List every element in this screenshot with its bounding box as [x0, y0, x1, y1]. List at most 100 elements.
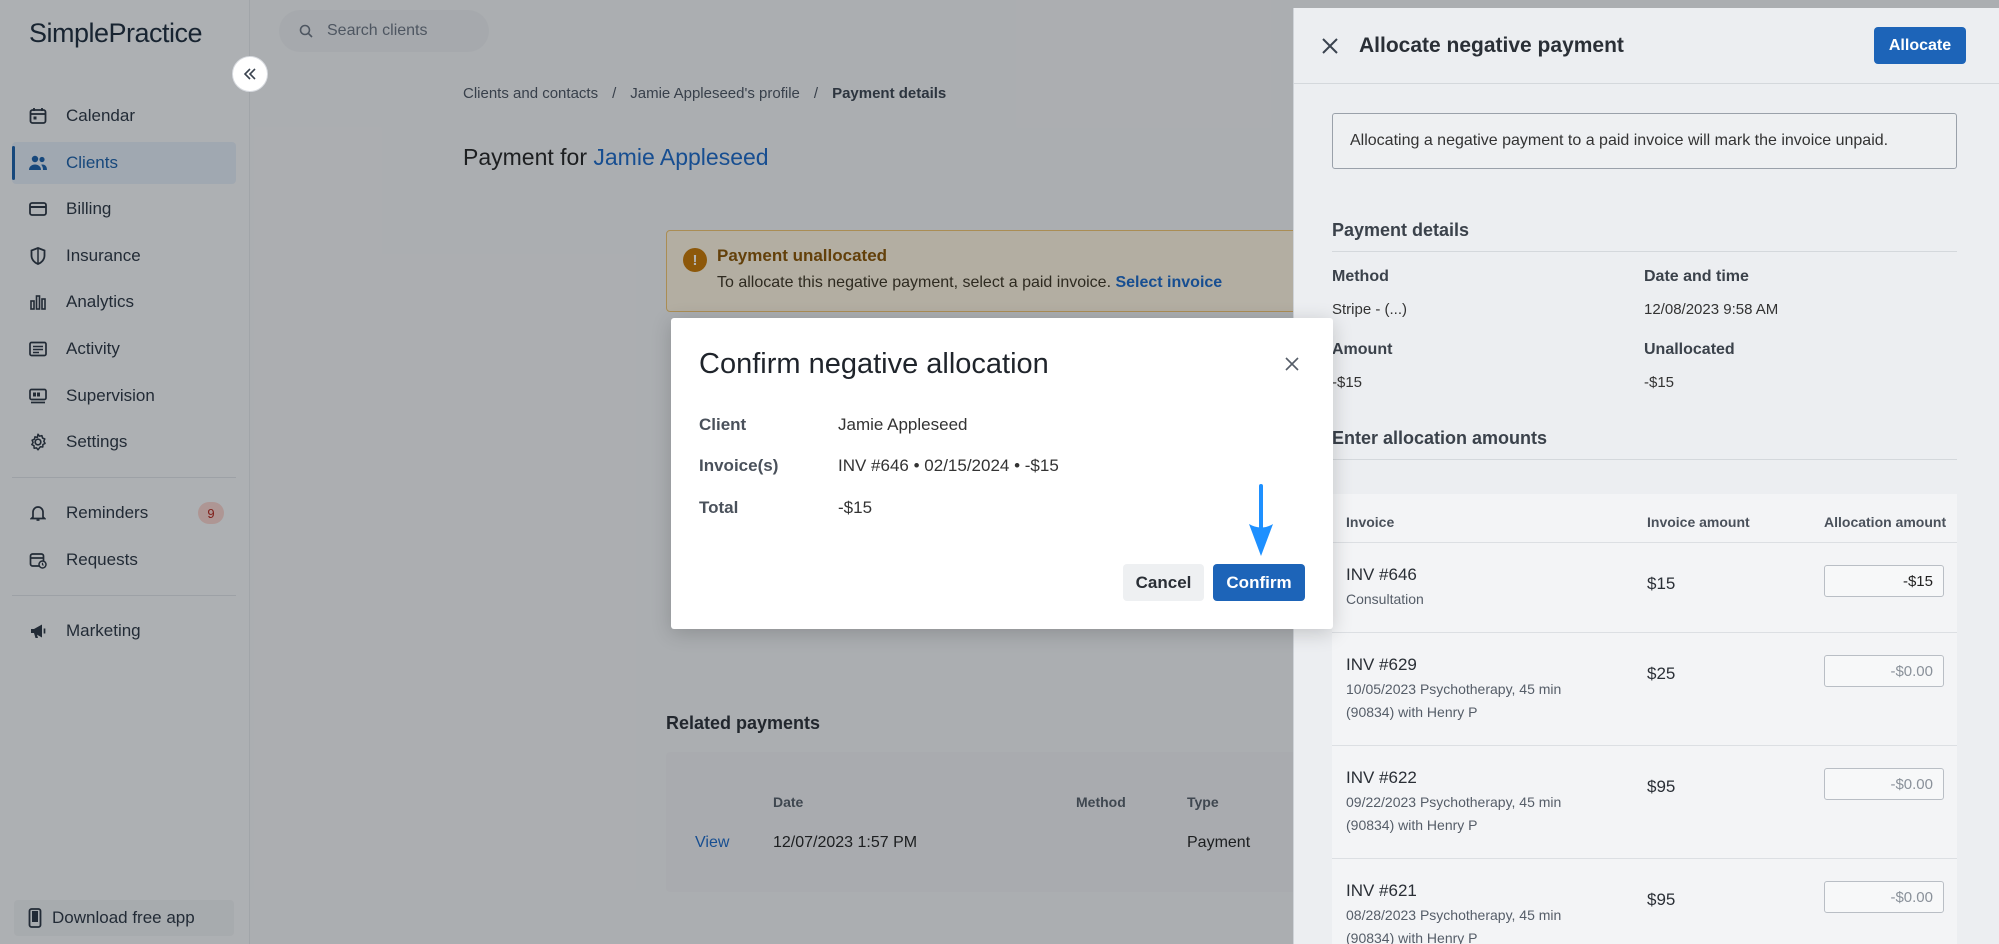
invoices-label: Invoice(s): [699, 456, 779, 475]
sidebar-item-requests[interactable]: Requests: [12, 539, 236, 581]
cancel-button[interactable]: Cancel: [1123, 564, 1204, 601]
sidebar-item-label: Supervision: [66, 385, 155, 405]
column-header-type: Type: [1187, 794, 1219, 810]
divider: [12, 594, 236, 596]
invoice-number: INV #629: [1346, 655, 1417, 674]
sidebar-item-label: Insurance: [66, 245, 141, 265]
allocation-amount-input[interactable]: [1824, 768, 1944, 800]
download-app-link[interactable]: Download free app: [14, 900, 234, 936]
sidebar-item-label: Activity: [66, 338, 120, 358]
gear-icon: [28, 432, 48, 452]
page-title-prefix: Payment for: [463, 144, 587, 170]
client-name-link[interactable]: Jamie Appleseed: [593, 144, 768, 170]
invoice-description: 10/05/2023 Psychotherapy, 45 min (90834)…: [1346, 681, 1562, 720]
invoice-number: INV #621: [1346, 881, 1417, 900]
credit-card-icon: [28, 199, 48, 219]
allocation-amount-input[interactable]: [1824, 881, 1944, 913]
view-payment-link[interactable]: View: [695, 834, 729, 852]
modal-title: Confirm negative allocation: [699, 348, 1049, 380]
warning-icon: !: [683, 248, 707, 272]
date-time-value: 12/08/2023 9:58 AM: [1644, 301, 1779, 318]
breadcrumb: Clients and contacts / Jamie Appleseed's…: [463, 85, 946, 102]
shield-icon: [28, 246, 48, 266]
invoice-number: INV #622: [1346, 768, 1417, 787]
confirm-button[interactable]: Confirm: [1213, 564, 1305, 601]
logo[interactable]: SimplePractice: [29, 18, 203, 49]
related-payments-table: Date Method Type View 12/07/2023 1:57 PM…: [666, 752, 1326, 892]
divider: [12, 477, 236, 479]
column-header-invoice: Invoice: [1346, 514, 1395, 530]
search-icon: [299, 24, 313, 38]
sidebar-item-settings[interactable]: Settings: [12, 421, 236, 463]
invoice-description: 09/22/2023 Psychotherapy, 45 min (90834)…: [1346, 794, 1562, 833]
sidebar-item-calendar[interactable]: Calendar: [12, 95, 236, 137]
amount-label: Amount: [1332, 341, 1393, 358]
amount-value: -$15: [1332, 374, 1363, 391]
close-modal-button[interactable]: [1281, 353, 1303, 375]
sidebar-item-label: Marketing: [66, 620, 141, 640]
sidebar-item-label: Reminders: [66, 503, 149, 523]
sidebar-item-supervision[interactable]: Supervision: [12, 375, 236, 417]
drawer-title: Allocate negative payment: [1359, 34, 1624, 57]
close-icon: [1285, 357, 1299, 371]
close-drawer-button[interactable]: [1318, 34, 1342, 58]
allocation-table: Invoice Invoice amount Allocation amount…: [1332, 494, 1957, 944]
select-invoice-link[interactable]: Select invoice: [1115, 274, 1222, 291]
table-row: INV #646 Consultation $15: [1332, 542, 1957, 632]
total-label: Total: [699, 498, 739, 517]
related-payments-title: Related payments: [666, 713, 821, 733]
sidebar-item-billing[interactable]: Billing: [12, 188, 236, 230]
method-label: Method: [1332, 268, 1389, 285]
supervision-icon: [28, 386, 48, 406]
reminders-count-badge: 9: [198, 502, 224, 525]
phone-icon: [28, 908, 42, 928]
divider: [1332, 459, 1957, 460]
sidebar-item-label: Requests: [66, 549, 138, 569]
unallocated-value: -$15: [1644, 374, 1675, 391]
alert-title: Payment unallocated: [717, 246, 888, 265]
breadcrumb-current: Payment details: [832, 85, 947, 102]
drawer-header: Allocate negative payment Allocate: [1294, 8, 1999, 84]
client-value: Jamie Appleseed: [838, 415, 968, 434]
invoice-amount: $95: [1647, 890, 1676, 909]
calendar-request-icon: [28, 550, 48, 570]
sidebar-item-marketing[interactable]: Marketing: [12, 610, 236, 652]
column-header-date: Date: [773, 794, 804, 810]
sidebar-nav: Calendar Clients Billing Insurance Analy…: [12, 95, 236, 656]
search-clients-input[interactable]: Search clients: [279, 10, 489, 52]
sidebar-item-activity[interactable]: Activity: [12, 328, 236, 370]
allocation-info-banner: Allocating a negative payment to a paid …: [1332, 113, 1957, 169]
client-label: Client: [699, 415, 747, 434]
sidebar-item-label: Analytics: [66, 292, 135, 312]
alert-message-row: To allocate this negative payment, selec…: [717, 274, 1305, 292]
column-header-allocation-amount: Allocation amount: [1824, 514, 1947, 530]
megaphone-icon: [28, 621, 48, 641]
allocation-amount-input[interactable]: [1824, 565, 1944, 597]
breadcrumb-profile-link[interactable]: Jamie Appleseed's profile: [630, 85, 800, 102]
page-title: Payment for Jamie Appleseed: [463, 144, 769, 171]
allocation-amount-input[interactable]: [1824, 655, 1944, 687]
total-value: -$15: [838, 498, 873, 517]
unallocated-label: Unallocated: [1644, 341, 1735, 358]
sidebar-item-analytics[interactable]: Analytics: [12, 281, 236, 323]
invoice-amount: $25: [1647, 664, 1676, 683]
date-time-label: Date and time: [1644, 268, 1749, 285]
method-value: Stripe - (...): [1332, 301, 1408, 318]
collapse-sidebar-button[interactable]: [232, 56, 268, 92]
double-chevron-left-icon: [242, 67, 258, 81]
sidebar-item-insurance[interactable]: Insurance: [12, 235, 236, 277]
sidebar-item-label: Billing: [66, 199, 112, 219]
payment-unallocated-alert: ! Payment unallocated To allocate this n…: [666, 230, 1306, 312]
sidebar-item-label: Calendar: [66, 106, 135, 125]
close-icon: [1322, 38, 1338, 54]
sidebar-item-label: Clients: [66, 152, 118, 172]
sidebar-item-reminders[interactable]: Reminders 9: [12, 492, 236, 534]
allocate-button[interactable]: Allocate: [1874, 27, 1966, 64]
sidebar-item-clients[interactable]: Clients: [12, 141, 236, 184]
breadcrumb-separator: /: [813, 85, 819, 102]
divider: [1332, 251, 1957, 252]
alert-message: To allocate this negative payment, selec…: [717, 274, 1112, 291]
calendar-icon: [28, 106, 48, 126]
breadcrumb-clients-link[interactable]: Clients and contacts: [463, 85, 598, 102]
table-row: INV #629 10/05/2023 Psychotherapy, 45 mi…: [1332, 632, 1957, 745]
